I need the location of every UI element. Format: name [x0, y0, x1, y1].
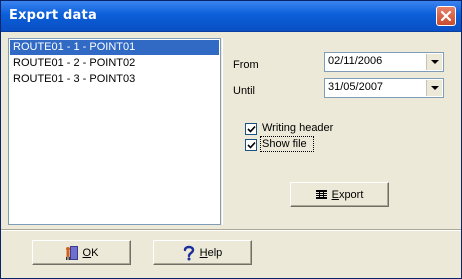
show-file-checkbox[interactable] — [245, 139, 257, 151]
help-button-mnemonic: H — [199, 246, 208, 259]
writing-header-checkbox[interactable] — [245, 123, 257, 135]
ok-button-label: K — [91, 246, 99, 259]
ok-button-mnemonic: O — [82, 246, 92, 259]
from-label: From — [233, 59, 259, 71]
until-date-dropdown[interactable]: 31/05/2007 — [324, 78, 444, 98]
list-item[interactable]: ROUTE01 - 3 - POINT03 — [10, 72, 219, 87]
list-item[interactable]: ROUTE01 - 1 - POINT01 — [10, 40, 219, 55]
window-title: Export data — [9, 8, 97, 23]
help-button[interactable]: Help — [153, 240, 252, 265]
table-icon — [315, 190, 327, 199]
panel-divider — [222, 38, 223, 225]
title-bar[interactable]: Export data — [1, 1, 461, 32]
export-button[interactable]: Export — [290, 182, 389, 207]
export-button-mnemonic: E — [331, 188, 339, 201]
close-button[interactable] — [436, 6, 456, 26]
ok-button[interactable]: OK — [32, 240, 131, 265]
from-date-dropdown[interactable]: 02/11/2006 — [324, 52, 444, 72]
export-button-label: xport — [338, 188, 364, 201]
from-dropdown-button[interactable] — [426, 54, 442, 70]
footer-divider-highlight — [1, 230, 461, 231]
export-data-dialog: Export data ROUTE01 - 1 - POINT01 ROUTE0… — [0, 0, 462, 279]
question-mark-icon — [183, 245, 195, 261]
until-dropdown-button[interactable] — [426, 80, 442, 96]
help-button-label: elp — [207, 246, 223, 259]
until-date-value: 31/05/2007 — [328, 81, 384, 93]
writing-header-label[interactable]: Writing header — [262, 122, 333, 134]
until-label: Until — [233, 85, 256, 97]
list-item[interactable]: ROUTE01 - 2 - POINT02 — [10, 56, 219, 71]
route-list[interactable]: ROUTE01 - 1 - POINT01 ROUTE01 - 2 - POIN… — [8, 38, 221, 225]
from-date-value: 02/11/2006 — [328, 55, 383, 67]
person-door-icon — [65, 245, 79, 261]
show-file-label[interactable]: Show file — [262, 138, 307, 150]
